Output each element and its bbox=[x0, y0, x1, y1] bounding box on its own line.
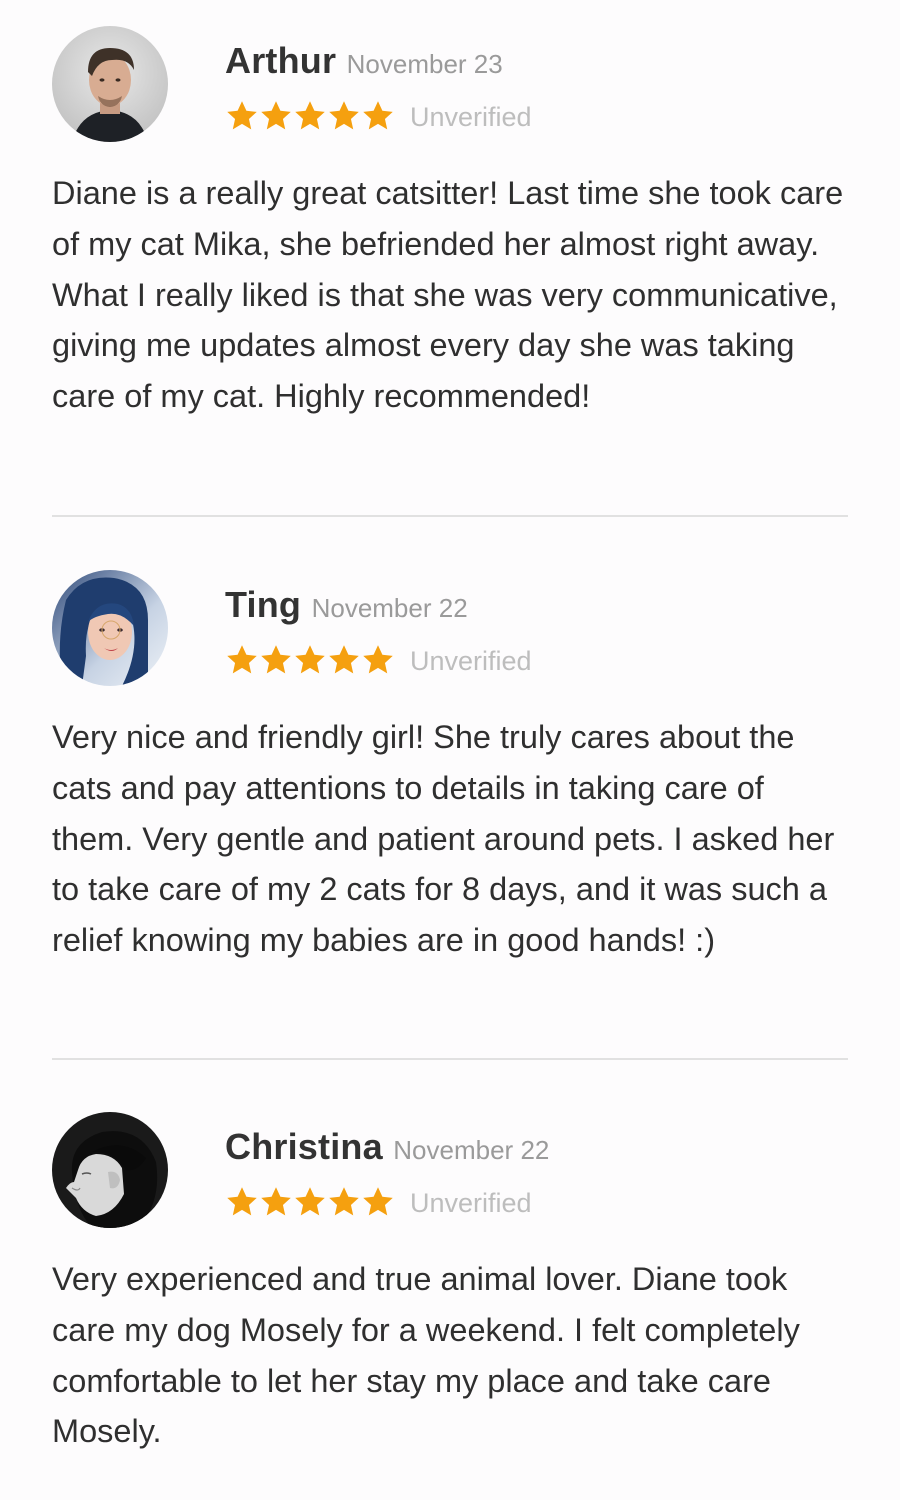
star-icon bbox=[261, 101, 291, 130]
review-text: Very experienced and true animal lover. … bbox=[52, 1261, 800, 1450]
review-card: Ting November 22 Unverified Very nice an… bbox=[52, 570, 852, 966]
review-header: Arthur November 23 Unverified bbox=[52, 26, 852, 142]
star-rating bbox=[225, 1185, 395, 1219]
reviewer-name[interactable]: Arthur bbox=[225, 40, 336, 81]
reviewer-name[interactable]: Ting bbox=[225, 584, 301, 625]
review-divider bbox=[52, 1058, 848, 1060]
star-icon bbox=[227, 645, 257, 674]
rating-line: Unverified bbox=[225, 640, 532, 680]
review-divider bbox=[52, 515, 848, 517]
review-header: Christina November 22 Unverified bbox=[52, 1112, 852, 1228]
review-text: Diane is a really great catsitter! Last … bbox=[52, 175, 844, 415]
star-icon bbox=[227, 101, 257, 130]
review-date: November 22 bbox=[393, 1135, 550, 1165]
star-icon bbox=[261, 1187, 291, 1216]
review-date: November 23 bbox=[346, 49, 503, 79]
reviewer-avatar[interactable] bbox=[52, 26, 168, 142]
review-date: November 22 bbox=[311, 593, 468, 623]
review-header: Ting November 22 Unverified bbox=[52, 570, 852, 686]
reviewer-name-line: Arthur November 23 bbox=[225, 40, 503, 82]
reviewer-name-line: Ting November 22 bbox=[225, 584, 468, 626]
reviewer-name[interactable]: Christina bbox=[225, 1126, 383, 1167]
review-card: Arthur November 23 Unverified Diane is a… bbox=[52, 26, 852, 422]
star-icon bbox=[329, 101, 359, 130]
star-icon bbox=[329, 645, 359, 674]
star-icon bbox=[295, 101, 325, 130]
star-icon bbox=[329, 1187, 359, 1216]
verification-status: Unverified bbox=[410, 645, 532, 676]
star-rating bbox=[225, 99, 395, 133]
star-icon bbox=[363, 1187, 393, 1216]
rating-line: Unverified bbox=[225, 1182, 532, 1222]
reviewer-avatar[interactable] bbox=[52, 1112, 168, 1228]
review-text: Very nice and friendly girl! She truly c… bbox=[52, 719, 835, 959]
star-icon bbox=[261, 645, 291, 674]
review-card: Christina November 22 Unverified Very ex… bbox=[52, 1112, 852, 1457]
verification-status: Unverified bbox=[410, 1187, 532, 1218]
star-icon bbox=[295, 645, 325, 674]
star-icon bbox=[295, 1187, 325, 1216]
avatar-photo-woman-blue-hair-icon bbox=[52, 570, 168, 686]
star-rating bbox=[225, 643, 395, 677]
rating-line: Unverified bbox=[225, 96, 532, 136]
star-icon bbox=[363, 101, 393, 130]
star-icon bbox=[363, 645, 393, 674]
avatar-photo-man-icon bbox=[52, 26, 168, 142]
verification-status: Unverified bbox=[410, 101, 532, 132]
reviewer-name-line: Christina November 22 bbox=[225, 1126, 549, 1168]
reviewer-avatar[interactable] bbox=[52, 570, 168, 686]
star-icon bbox=[227, 1187, 257, 1216]
avatar-photo-woman-profile-bw-icon bbox=[52, 1112, 168, 1228]
